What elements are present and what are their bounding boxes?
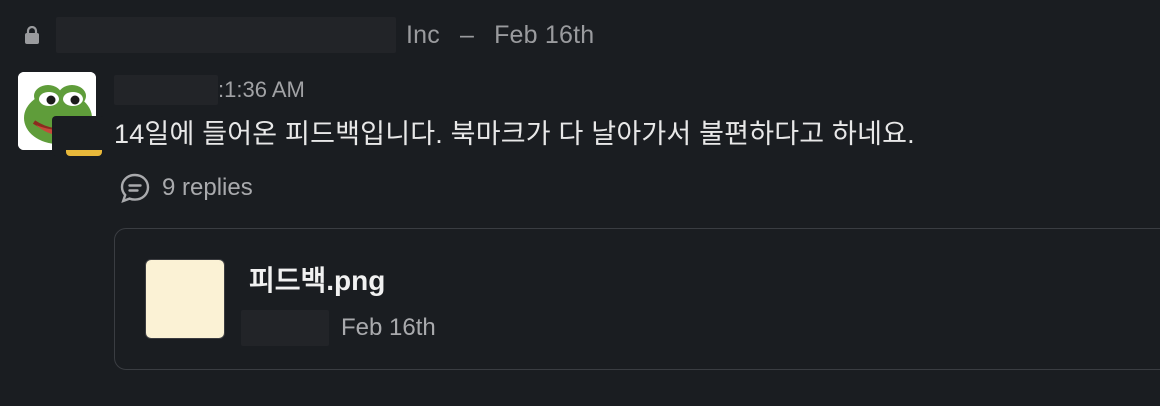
file-meta: Feb 16th — [241, 309, 436, 347]
lock-icon — [25, 26, 39, 44]
file-attachment-card[interactable]: 피드백.png Feb 16th — [114, 228, 1160, 370]
channel-header: Inc – Feb 16th — [24, 17, 595, 53]
status-indicator — [66, 150, 102, 156]
redacted-organization-name — [56, 17, 396, 53]
file-thumbnail[interactable] — [145, 259, 225, 339]
replies-count: 9 replies — [162, 174, 253, 201]
header-separator: – — [459, 20, 475, 49]
redacted-uploader-name — [241, 310, 329, 346]
slack-message-view: Inc – Feb 16th :1:36 AM 14일에 들어온 피드백입니다.… — [0, 0, 1160, 406]
message-body: 14일에 들어온 피드백입니다. 북마크가 다 날아가서 불편하다고 하네요. — [114, 119, 915, 149]
header-date: Feb 16th — [494, 20, 595, 49]
file-name[interactable]: 피드백.png — [249, 259, 385, 299]
message-timestamp[interactable]: :1:36 AM — [218, 77, 305, 103]
message-meta: :1:36 AM — [114, 74, 305, 106]
thread-replies-link[interactable]: 9 replies — [118, 170, 253, 206]
speech-bubble-icon — [120, 173, 150, 204]
redacted-sender-name — [114, 75, 218, 105]
organization-suffix: Inc — [406, 20, 440, 49]
file-date: Feb 16th — [341, 314, 436, 341]
